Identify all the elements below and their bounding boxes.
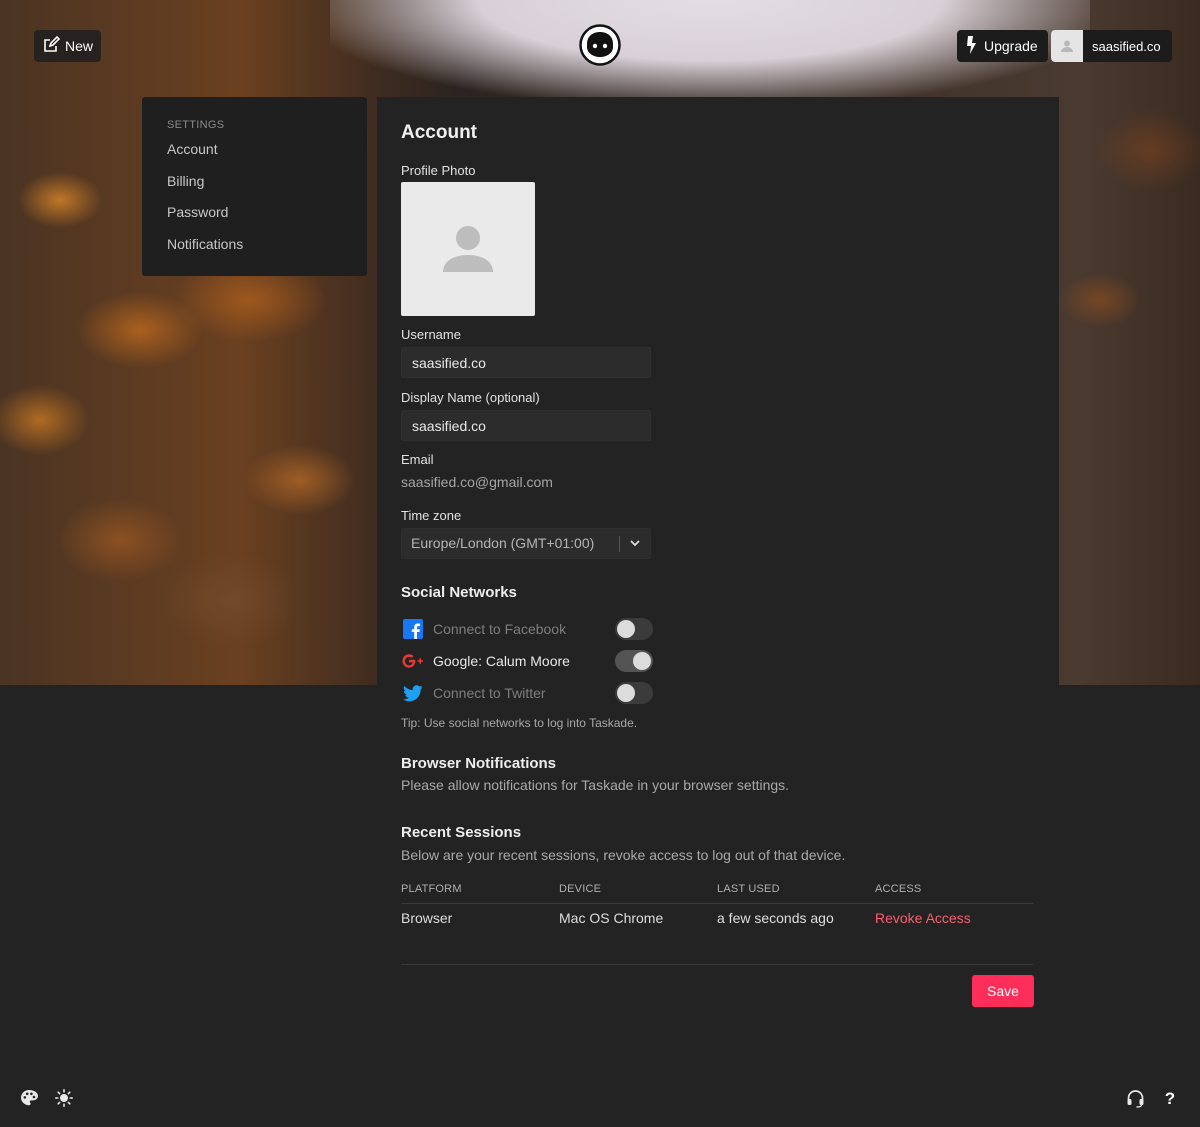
new-button-label: New (65, 38, 94, 54)
settings-sidebar: SETTINGS Account Billing Password Notifi… (142, 97, 367, 276)
select-divider (619, 536, 620, 552)
upgrade-button[interactable]: Upgrade (957, 30, 1048, 62)
twitter-icon (401, 684, 425, 702)
facebook-toggle[interactable] (615, 618, 653, 640)
avatar (1051, 30, 1083, 62)
session-device: Mac OS Chrome (559, 910, 664, 927)
taskade-logo[interactable] (579, 24, 621, 66)
twitter-label: Connect to Twitter (433, 685, 546, 701)
sidebar-item-password[interactable]: Password (167, 203, 367, 235)
display-name-label: Display Name (optional) (401, 390, 540, 405)
username-input[interactable] (401, 347, 651, 378)
user-menu[interactable]: saasified.co (1051, 30, 1172, 62)
google-plus-icon (401, 653, 425, 669)
username-label: Username (401, 327, 461, 342)
sidebar-item-notifications[interactable]: Notifications (167, 235, 367, 267)
browser-notifications-description: Please allow notifications for Taskade i… (401, 777, 790, 793)
user-icon (1061, 40, 1073, 52)
google-label: Google: Calum Moore (433, 653, 570, 669)
facebook-icon (401, 619, 425, 639)
social-row-twitter: Connect to Twitter (401, 681, 653, 705)
session-last-used: a few seconds ago (717, 910, 834, 927)
email-value: saasified.co@gmail.com (401, 474, 553, 490)
timezone-value: Europe/London (GMT+01:00) (411, 535, 595, 551)
column-access: ACCESS (875, 875, 1033, 904)
help-icon[interactable]: ? (1160, 1089, 1180, 1109)
sidebar-item-billing[interactable]: Billing (167, 172, 367, 204)
sessions-table: PLATFORM DEVICE LAST USED ACCESS Browser… (401, 875, 1033, 933)
facebook-label: Connect to Facebook (433, 621, 567, 637)
social-row-google: Google: Calum Moore (401, 649, 653, 673)
chevron-down-icon (629, 532, 641, 564)
social-tip: Tip: Use social networks to log into Tas… (401, 716, 638, 730)
lightning-icon (966, 35, 978, 58)
edit-icon (42, 35, 61, 57)
display-name-input[interactable] (401, 410, 651, 441)
google-toggle[interactable] (615, 650, 653, 672)
new-button[interactable]: New (34, 30, 101, 62)
social-row-facebook: Connect to Facebook (401, 617, 653, 641)
column-platform: PLATFORM (401, 875, 559, 904)
sun-icon[interactable] (55, 1089, 75, 1109)
recent-sessions-description: Below are your recent sessions, revoke a… (401, 847, 846, 863)
sidebar-item-account[interactable]: Account (167, 140, 367, 172)
twitter-toggle[interactable] (615, 682, 653, 704)
profile-photo[interactable] (401, 182, 535, 316)
timezone-label: Time zone (401, 508, 462, 523)
headset-icon[interactable] (1126, 1089, 1146, 1109)
session-platform: Browser (401, 910, 453, 927)
column-last-used: LAST USED (717, 875, 875, 904)
username: saasified.co (1092, 38, 1161, 54)
divider (401, 964, 1033, 965)
palette-icon[interactable] (20, 1089, 40, 1109)
save-button[interactable]: Save (972, 975, 1034, 1007)
page-title: Account (401, 122, 477, 143)
revoke-access-link[interactable]: Revoke Access (875, 910, 971, 926)
upgrade-label: Upgrade (984, 38, 1038, 54)
column-device: DEVICE (559, 875, 717, 904)
default-avatar-icon (443, 226, 493, 272)
timezone-select[interactable]: Europe/London (GMT+01:00) (401, 528, 651, 559)
recent-sessions-title: Recent Sessions (401, 824, 522, 841)
profile-photo-label: Profile Photo (401, 163, 476, 178)
email-label: Email (401, 452, 434, 467)
table-row: Browser Mac OS Chrome a few seconds ago … (401, 903, 1033, 933)
table-header-row: PLATFORM DEVICE LAST USED ACCESS (401, 875, 1033, 904)
browser-notifications-title: Browser Notifications (401, 755, 557, 772)
sidebar-heading: SETTINGS (167, 119, 225, 131)
social-networks-title: Social Networks (401, 584, 517, 601)
account-panel: Account Profile Photo Username Display N… (377, 97, 1059, 1127)
